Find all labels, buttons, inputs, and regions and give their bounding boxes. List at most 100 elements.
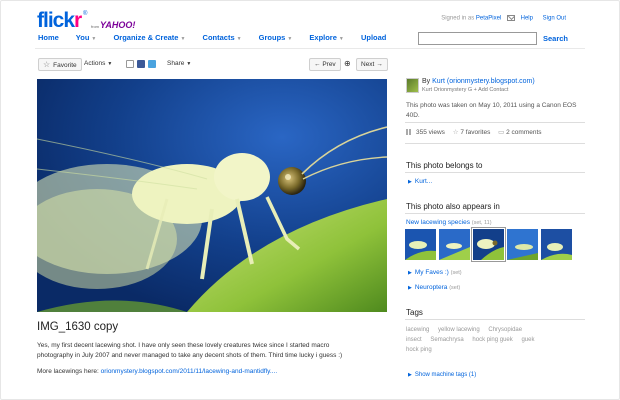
triangle-right-icon: ▶	[408, 285, 412, 291]
actions-label: Actions	[84, 60, 106, 67]
chevron-down-icon: ▼	[236, 36, 242, 42]
more-prefix: More lacewings here:	[37, 368, 99, 375]
facebook-icon[interactable]	[137, 60, 145, 68]
taken-info: This photo was taken on May 10, 2011 usi…	[406, 102, 577, 119]
faves-label: My Faves :)	[414, 269, 449, 276]
neuroptera-link[interactable]: ▶ Neuroptera (set)	[408, 284, 460, 291]
tag-list: lacewing yellow lacewing Chrysopidae ins…	[406, 325, 546, 355]
divider	[405, 319, 585, 320]
faves-link[interactable]: ▶ My Faves :) (set)	[408, 269, 462, 276]
set-thumbnail[interactable]	[507, 229, 538, 260]
owner-link[interactable]: Kurt (orionmystery.blogspot.com)	[432, 78, 535, 85]
nav-upload-label: Upload	[360, 33, 387, 42]
tag[interactable]: yellow lacewing	[438, 327, 480, 333]
next-button[interactable]: Next →	[356, 58, 388, 71]
arrow-left-icon: ←	[314, 61, 321, 68]
comments-count[interactable]: 2 comments	[506, 129, 541, 136]
divider	[405, 122, 585, 123]
nav-explore[interactable]: Explore ▼	[309, 33, 343, 42]
star-icon: ☆	[43, 60, 51, 69]
triangle-right-icon: ▶	[408, 372, 412, 378]
main-nav: Home You ▼ Organize & Create ▼ Contacts ▼ G…	[38, 33, 401, 42]
more-link[interactable]: orionmystery.blogspot.com/2011/11/lacewi…	[101, 368, 278, 375]
nav-explore-label: Explore	[309, 33, 337, 42]
share-button[interactable]: Share ▼	[163, 58, 195, 71]
nav-upload[interactable]: Upload	[361, 33, 386, 42]
triangle-right-icon: ▶	[408, 270, 412, 276]
username-link[interactable]: PetaPixel	[476, 16, 501, 22]
nav-home-label: Home	[38, 33, 59, 42]
neuroptera-label: Neuroptera	[414, 284, 448, 291]
divider	[405, 172, 585, 173]
photo-toolbar: ☆ Favorite Actions ▼ Share ▼ ← Prev ⊕ Next …	[38, 58, 388, 72]
chevron-down-icon: ▼	[107, 61, 113, 67]
set-thumbnail[interactable]	[405, 229, 436, 260]
actions-button[interactable]: Actions ▼	[80, 58, 116, 71]
set-count: (set, 11)	[471, 220, 492, 226]
owner-subline[interactable]: Kurt Orionmystery G + Add Contact	[422, 87, 508, 93]
photo-description: Yes, my first decent lacewing shot. I ha…	[37, 342, 343, 359]
tag[interactable]: Semachrysa	[430, 337, 463, 343]
tag[interactable]: hock ping guek	[472, 337, 512, 343]
search-button[interactable]: Search	[543, 34, 568, 43]
faves-count: (set)	[450, 270, 462, 276]
more-line: More lacewings here: orionmystery.blogsp…	[37, 368, 277, 375]
email-share-icon[interactable]	[126, 60, 134, 68]
mail-icon[interactable]	[506, 15, 515, 21]
yahoo-logo: YAHOO!	[100, 20, 136, 30]
favorites-count[interactable]: 7 favorites	[460, 129, 490, 136]
page-frame: flickr ® from YAHOO! Signed in as PetaPi…	[0, 0, 620, 400]
sign-out-link[interactable]: Sign Out	[543, 16, 566, 22]
lacewing-photo-illustration	[37, 79, 387, 312]
nav-organize[interactable]: Organize & Create ▼	[113, 33, 185, 42]
divider	[405, 143, 585, 144]
machine-tags-link[interactable]: ▶ Show machine tags (1)	[408, 372, 476, 378]
chevron-down-icon: ▼	[186, 61, 192, 67]
logo-from: from	[91, 24, 99, 29]
favorite-button[interactable]: ☆ Favorite	[38, 58, 82, 71]
signed-in-label: Signed in as	[441, 15, 475, 22]
comment-icon: ▭	[498, 129, 505, 136]
views-icon	[406, 129, 413, 136]
set-thumbnail-selected[interactable]	[471, 227, 506, 262]
nav-contacts[interactable]: Contacts ▼	[203, 33, 242, 42]
nav-you-label: You	[75, 33, 90, 42]
by-label: By	[422, 78, 431, 85]
tag[interactable]: insect	[406, 337, 422, 343]
belongs-link-label: Kurt...	[414, 178, 433, 185]
arrow-right-icon: →	[376, 61, 383, 68]
tag[interactable]: lacewing	[406, 327, 429, 333]
share-label: Share	[167, 60, 185, 67]
nav-groups[interactable]: Groups ▼	[259, 33, 293, 42]
logo-registered: ®	[83, 11, 88, 17]
nav-you[interactable]: You ▼	[76, 33, 97, 42]
help-link[interactable]: Help	[521, 16, 533, 22]
avatar[interactable]	[406, 78, 419, 93]
set-thumbnail[interactable]	[541, 229, 572, 260]
star-icon: ☆	[452, 129, 459, 136]
belongs-link[interactable]: ▶ Kurt...	[408, 178, 432, 185]
next-label: Next	[361, 61, 375, 68]
account-bar: Signed in as PetaPixel Help Sign Out	[441, 15, 566, 22]
photo-title: IMG_1630 copy	[37, 321, 119, 333]
tag[interactable]: Chrysopidae	[488, 327, 522, 333]
set-link[interactable]: New lacewing species (set, 11)	[406, 219, 492, 226]
prev-button[interactable]: ← Prev	[309, 58, 341, 71]
machine-tags-label: Show machine tags (1)	[414, 372, 477, 378]
twitter-icon[interactable]	[148, 60, 156, 68]
prev-label: Prev	[322, 61, 336, 68]
chevron-down-icon: ▼	[338, 36, 344, 42]
magnify-icon[interactable]: ⊕	[344, 59, 351, 68]
logo-word-pink: r	[74, 9, 82, 32]
set-thumbnail[interactable]	[439, 229, 470, 260]
photo-stats: 355 views ☆ 7 favorites ▭ 2 comments	[406, 128, 542, 136]
tag[interactable]: guek hock ping	[406, 337, 534, 353]
chevron-down-icon: ▼	[180, 36, 186, 42]
set-thumbnails	[405, 227, 573, 263]
nav-home[interactable]: Home	[38, 33, 59, 42]
main-photo[interactable]	[37, 79, 387, 312]
logo-word-blue: flick	[37, 9, 75, 32]
search-input[interactable]	[418, 32, 537, 45]
chevron-down-icon: ▼	[287, 36, 293, 42]
owner-line: By Kurt (orionmystery.blogspot.com)	[422, 78, 535, 85]
